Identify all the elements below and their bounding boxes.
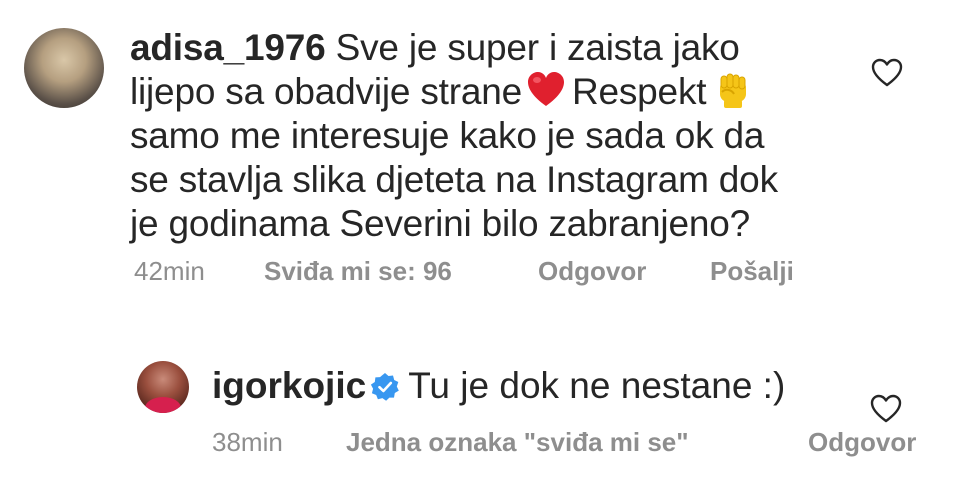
reply-button[interactable]: Odgovor (808, 427, 916, 458)
heart-emoji-icon (527, 72, 564, 106)
avatar[interactable] (137, 361, 189, 413)
comment-text: igorkojic Tu je dok ne nestane :) (212, 364, 785, 408)
comment-text-line: Tu je dok ne nestane :) (408, 365, 786, 406)
comment-username[interactable]: igorkojic (212, 365, 366, 406)
comment-text-line: se stavlja slika djeteta na Instagram do… (130, 159, 778, 200)
comment-text-line: je godinama Severini bilo zabranjeno? (130, 203, 750, 244)
comment-username[interactable]: adisa_1976 (130, 27, 326, 68)
send-button[interactable]: Pošalji (710, 256, 794, 287)
heart-outline-icon[interactable] (870, 394, 902, 424)
verified-badge-icon (371, 373, 400, 401)
avatar-shirt (145, 397, 181, 413)
comment-text-line: Sve je super i zaista jako (335, 27, 740, 68)
raised-fist-emoji-icon (720, 73, 747, 108)
comment-text-line: lijepo sa obadvije strane (130, 71, 522, 112)
avatar[interactable] (24, 28, 104, 108)
comment-text-line: samo me interesuje kako je sada ok da (130, 115, 765, 156)
reply-button[interactable]: Odgovor (538, 256, 646, 287)
likes-count[interactable]: Sviđa mi se: 96 (264, 256, 452, 287)
heart-outline-icon[interactable] (871, 58, 903, 88)
likes-count[interactable]: Jedna oznaka "sviđa mi se" (346, 427, 689, 458)
comment-text-line: Respekt (571, 71, 707, 112)
comment-time: 42min (134, 256, 205, 286)
comment-text: adisa_1976 Sve je super i zaista jako li… (130, 26, 830, 246)
comment-time: 38min (212, 427, 283, 457)
